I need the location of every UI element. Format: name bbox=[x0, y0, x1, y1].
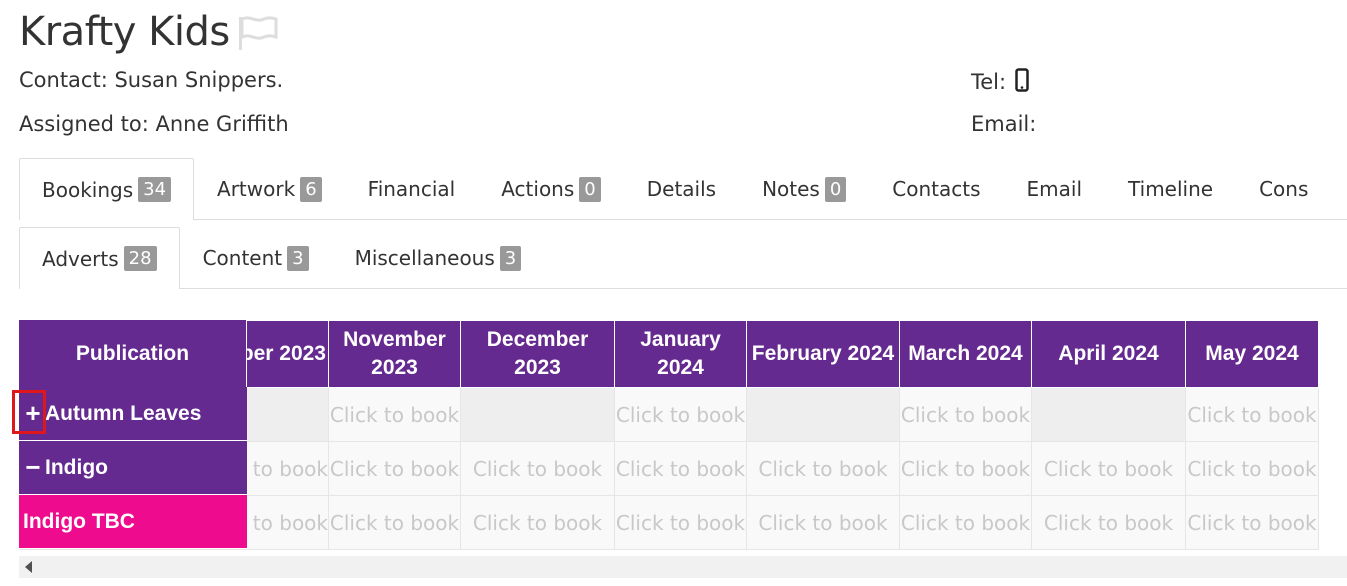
publication-header: Publication bbox=[19, 320, 247, 387]
month-header-march-2024: March 2024 bbox=[899, 320, 1032, 388]
publication-name: Indigo TBC bbox=[23, 509, 135, 533]
tab-notes[interactable]: Notes 0 bbox=[739, 158, 869, 219]
contact-text: Contact: Susan Snippers. bbox=[19, 68, 284, 92]
click-to-book-cell[interactable]: Click to book bbox=[746, 495, 900, 550]
count-badge: 34 bbox=[138, 177, 172, 202]
month-header-february-2024: February 2024 bbox=[746, 320, 900, 388]
tab-label: Content bbox=[202, 246, 283, 270]
subtab-miscellaneous[interactable]: Miscellaneous 3 bbox=[332, 227, 545, 288]
flag-icon[interactable] bbox=[236, 15, 280, 55]
click-to-book-cell[interactable]: Click to book bbox=[1031, 441, 1186, 496]
tab-label: Financial bbox=[367, 177, 456, 201]
publication-indigo-tbc: Indigo TBC bbox=[19, 495, 247, 549]
tab-actions[interactable]: Actions 0 bbox=[478, 158, 624, 219]
tab-email[interactable]: Email bbox=[1004, 158, 1106, 219]
email-label: Email: bbox=[971, 112, 1037, 136]
tab-label: Details bbox=[646, 177, 717, 201]
subtab-content[interactable]: Content 3 bbox=[180, 227, 332, 288]
tab-timeline[interactable]: Timeline bbox=[1105, 158, 1236, 219]
tab-details[interactable]: Details bbox=[624, 158, 739, 219]
count-badge: 3 bbox=[499, 245, 522, 271]
bookings-grid: October 2023November 2023December 2023Ja… bbox=[19, 320, 1347, 580]
publication-name: Autumn Leaves bbox=[45, 401, 202, 425]
subtab-adverts[interactable]: Adverts 28 bbox=[19, 227, 180, 289]
click-to-book-cell[interactable]: Click to book bbox=[614, 495, 747, 550]
tab-label: Contacts bbox=[892, 177, 981, 201]
click-to-book-cell[interactable]: Click to book bbox=[899, 441, 1032, 496]
click-to-book-cell[interactable]: Click to book bbox=[1185, 387, 1319, 442]
client-name: Krafty Kids bbox=[19, 9, 230, 55]
month-header-december-2023: December 2023 bbox=[460, 320, 615, 388]
highlight-box bbox=[12, 390, 46, 434]
month-header-january-2024: January 2024 bbox=[614, 320, 747, 388]
click-to-book-cell[interactable]: Click to book bbox=[899, 387, 1032, 442]
click-to-book-cell[interactable]: Click to book bbox=[328, 387, 461, 442]
tab-contacts[interactable]: Contacts bbox=[869, 158, 1003, 219]
booked-cell bbox=[746, 387, 900, 442]
click-to-book-cell[interactable]: Click to book bbox=[1185, 441, 1319, 496]
booked-cell bbox=[460, 387, 615, 442]
publication-indigo: − Indigo bbox=[19, 441, 247, 495]
click-to-book-cell[interactable]: Click to book bbox=[899, 495, 1032, 550]
tel-label: Tel: bbox=[971, 70, 1007, 94]
click-to-book-cell[interactable]: Click to book bbox=[460, 495, 615, 550]
click-to-book-cell[interactable]: Click to book bbox=[1031, 495, 1186, 550]
main-tabs: Bookings 34 Artwork 6 Financial Actions 0 Detai… bbox=[19, 158, 1347, 220]
tab-label: Artwork bbox=[217, 177, 296, 201]
tab-label: Miscellaneous bbox=[354, 246, 495, 270]
tab-label: Actions bbox=[501, 177, 575, 201]
tab-label: Adverts bbox=[42, 246, 119, 271]
click-to-book-cell[interactable]: Click to book bbox=[1185, 495, 1319, 550]
tab-bookings[interactable]: Bookings 34 bbox=[19, 158, 195, 220]
count-badge: 0 bbox=[579, 176, 601, 202]
tab-label: Cons bbox=[1259, 177, 1309, 201]
month-header-november-2023: November 2023 bbox=[328, 320, 461, 388]
tel-field: Tel: bbox=[971, 68, 1029, 94]
scroll-left-arrow-icon[interactable] bbox=[25, 561, 32, 573]
click-to-book-cell[interactable]: Click to book bbox=[328, 441, 461, 496]
month-header-april-2024: April 2024 bbox=[1031, 320, 1186, 388]
click-to-book-cell[interactable]: Click to book bbox=[460, 441, 615, 496]
click-to-book-cell[interactable]: Click to book bbox=[328, 495, 461, 550]
tab-label: Email bbox=[1026, 177, 1083, 201]
publication-column: Publication + Autumn Leaves − Indigo Indigo … bbox=[19, 320, 247, 549]
click-to-book-cell[interactable]: Click to book bbox=[614, 441, 747, 496]
tab-label: Timeline bbox=[1128, 177, 1214, 201]
count-badge: 28 bbox=[123, 246, 157, 271]
tab-label: Notes bbox=[762, 177, 820, 201]
count-badge: 0 bbox=[824, 176, 847, 202]
month-header-may-2024: May 2024 bbox=[1185, 320, 1319, 388]
publication-name: Indigo bbox=[45, 455, 108, 479]
tab-label: Bookings bbox=[42, 177, 134, 202]
sub-tabs: Adverts 28 Content 3 Miscellaneous 3 bbox=[19, 227, 1347, 289]
booked-cell bbox=[1031, 387, 1186, 442]
click-to-book-cell[interactable]: Click to book bbox=[746, 441, 900, 496]
click-to-book-cell[interactable]: Click to book bbox=[614, 387, 747, 442]
tab-artwork[interactable]: Artwork 6 bbox=[194, 158, 345, 219]
assigned-text: Assigned to: Anne Griffith bbox=[19, 112, 289, 136]
horizontal-scrollbar[interactable] bbox=[19, 556, 1347, 578]
publication-autumn-leaves: + Autumn Leaves bbox=[19, 387, 247, 441]
minus-icon[interactable]: − bbox=[23, 452, 43, 483]
tab-cons[interactable]: Cons bbox=[1236, 158, 1331, 219]
count-badge: 6 bbox=[300, 176, 322, 202]
count-badge: 3 bbox=[287, 245, 309, 271]
tab-financial[interactable]: Financial bbox=[345, 158, 479, 219]
mobile-phone-icon bbox=[1015, 68, 1029, 92]
